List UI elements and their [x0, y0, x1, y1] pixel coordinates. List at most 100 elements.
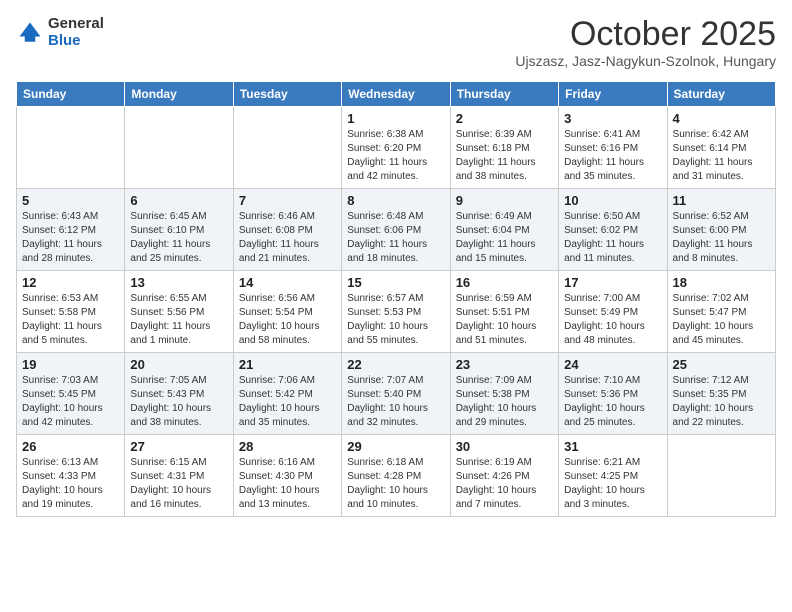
calendar-cell: 23Sunrise: 7:09 AM Sunset: 5:38 PM Dayli…	[450, 353, 558, 435]
logo-text: General Blue	[48, 16, 104, 49]
day-info: Sunrise: 6:53 AM Sunset: 5:58 PM Dayligh…	[22, 292, 119, 348]
day-number: 26	[22, 439, 119, 454]
day-info: Sunrise: 6:55 AM Sunset: 5:56 PM Dayligh…	[130, 292, 227, 348]
weekday-header: Sunday	[17, 82, 125, 107]
day-number: 11	[673, 193, 770, 208]
calendar-cell: 8Sunrise: 6:48 AM Sunset: 6:06 PM Daylig…	[342, 189, 450, 271]
calendar-week-row: 12Sunrise: 6:53 AM Sunset: 5:58 PM Dayli…	[17, 271, 776, 353]
weekday-header: Monday	[125, 82, 233, 107]
calendar-week-row: 1 Sunrise: 6:38 AM Sunset: 6:20 PM Daylig…	[17, 107, 776, 189]
calendar-cell: 14 Sunrise: 6:56 AM Sunset: 5:54 PM Dayli…	[233, 271, 341, 353]
day-number: 4	[673, 111, 770, 126]
weekday-header: Tuesday	[233, 82, 341, 107]
calendar-cell: 17 Sunrise: 7:00 AM Sunset: 5:49 PM Dayli…	[559, 271, 667, 353]
day-info: Sunrise: 6:57 AM Sunset: 5:53 PM Dayligh…	[347, 292, 444, 348]
day-number: 3	[564, 111, 661, 126]
day-number: 28	[239, 439, 336, 454]
weekday-header: Friday	[559, 82, 667, 107]
day-info: Sunrise: 6:19 AM Sunset: 4:26 PM Dayligh…	[456, 456, 553, 512]
day-info: Sunrise: 6:39 AM Sunset: 6:18 PM Dayligh…	[456, 128, 553, 184]
calendar-title: October 2025	[515, 16, 776, 53]
day-info: Sunrise: 6:38 AM Sunset: 6:20 PM Dayligh…	[347, 128, 444, 184]
calendar-cell: 5 Sunrise: 6:43 AM Sunset: 6:12 PM Daylig…	[17, 189, 125, 271]
calendar-cell: 2Sunrise: 6:39 AM Sunset: 6:18 PM Daylig…	[450, 107, 558, 189]
calendar-cell: 26 Sunrise: 6:13 AM Sunset: 4:33 PM Dayli…	[17, 435, 125, 517]
day-info: Sunrise: 6:45 AM Sunset: 6:10 PM Dayligh…	[130, 210, 227, 266]
calendar-cell: 3 Sunrise: 6:41 AM Sunset: 6:16 PM Daylig…	[559, 107, 667, 189]
logo-general-label: General	[48, 16, 104, 33]
title-section: October 2025 Ujszasz, Jasz-Nagykun-Szoln…	[515, 16, 776, 69]
calendar-cell: 19 Sunrise: 7:03 AM Sunset: 5:45 PM Dayli…	[17, 353, 125, 435]
day-number: 24	[564, 357, 661, 372]
day-number: 29	[347, 439, 444, 454]
calendar-cell: 10 Sunrise: 6:50 AM Sunset: 6:02 PM Dayli…	[559, 189, 667, 271]
calendar-cell: 18 Sunrise: 7:02 AM Sunset: 5:47 PM Dayli…	[667, 271, 775, 353]
day-info: Sunrise: 6:41 AM Sunset: 6:16 PM Dayligh…	[564, 128, 661, 184]
day-number: 25	[673, 357, 770, 372]
calendar-cell: 12Sunrise: 6:53 AM Sunset: 5:58 PM Dayli…	[17, 271, 125, 353]
day-number: 6	[130, 193, 227, 208]
calendar-cell	[667, 435, 775, 517]
calendar-cell	[17, 107, 125, 189]
calendar-cell: 22Sunrise: 7:07 AM Sunset: 5:40 PM Dayli…	[342, 353, 450, 435]
calendar-cell: 27Sunrise: 6:15 AM Sunset: 4:31 PM Dayli…	[125, 435, 233, 517]
day-info: Sunrise: 6:15 AM Sunset: 4:31 PM Dayligh…	[130, 456, 227, 512]
day-info: Sunrise: 7:12 AM Sunset: 5:35 PM Dayligh…	[673, 374, 770, 430]
weekday-header: Thursday	[450, 82, 558, 107]
day-info: Sunrise: 6:21 AM Sunset: 4:25 PM Dayligh…	[564, 456, 661, 512]
day-info: Sunrise: 6:50 AM Sunset: 6:02 PM Dayligh…	[564, 210, 661, 266]
day-number: 9	[456, 193, 553, 208]
day-info: Sunrise: 6:49 AM Sunset: 6:04 PM Dayligh…	[456, 210, 553, 266]
day-info: Sunrise: 6:46 AM Sunset: 6:08 PM Dayligh…	[239, 210, 336, 266]
day-number: 31	[564, 439, 661, 454]
day-info: Sunrise: 6:56 AM Sunset: 5:54 PM Dayligh…	[239, 292, 336, 348]
day-info: Sunrise: 6:59 AM Sunset: 5:51 PM Dayligh…	[456, 292, 553, 348]
day-info: Sunrise: 7:06 AM Sunset: 5:42 PM Dayligh…	[239, 374, 336, 430]
day-number: 17	[564, 275, 661, 290]
day-info: Sunrise: 6:48 AM Sunset: 6:06 PM Dayligh…	[347, 210, 444, 266]
day-info: Sunrise: 7:02 AM Sunset: 5:47 PM Dayligh…	[673, 292, 770, 348]
day-number: 14	[239, 275, 336, 290]
page-header: General Blue October 2025 Ujszasz, Jasz-…	[16, 16, 776, 69]
logo-icon	[16, 19, 44, 47]
day-number: 19	[22, 357, 119, 372]
day-info: Sunrise: 6:42 AM Sunset: 6:14 PM Dayligh…	[673, 128, 770, 184]
day-number: 20	[130, 357, 227, 372]
day-number: 21	[239, 357, 336, 372]
day-info: Sunrise: 6:52 AM Sunset: 6:00 PM Dayligh…	[673, 210, 770, 266]
day-number: 18	[673, 275, 770, 290]
calendar-subtitle: Ujszasz, Jasz-Nagykun-Szolnok, Hungary	[515, 53, 776, 69]
day-info: Sunrise: 7:03 AM Sunset: 5:45 PM Dayligh…	[22, 374, 119, 430]
calendar-cell: 9 Sunrise: 6:49 AM Sunset: 6:04 PM Daylig…	[450, 189, 558, 271]
logo: General Blue	[16, 16, 104, 49]
day-info: Sunrise: 6:16 AM Sunset: 4:30 PM Dayligh…	[239, 456, 336, 512]
day-info: Sunrise: 6:18 AM Sunset: 4:28 PM Dayligh…	[347, 456, 444, 512]
calendar-header-row: SundayMondayTuesdayWednesdayThursdayFrid…	[17, 82, 776, 107]
day-info: Sunrise: 6:43 AM Sunset: 6:12 PM Dayligh…	[22, 210, 119, 266]
calendar-cell: 30 Sunrise: 6:19 AM Sunset: 4:26 PM Dayli…	[450, 435, 558, 517]
calendar-cell: 31 Sunrise: 6:21 AM Sunset: 4:25 PM Dayli…	[559, 435, 667, 517]
day-info: Sunrise: 6:13 AM Sunset: 4:33 PM Dayligh…	[22, 456, 119, 512]
calendar-cell: 21 Sunrise: 7:06 AM Sunset: 5:42 PM Dayli…	[233, 353, 341, 435]
day-number: 13	[130, 275, 227, 290]
calendar-cell: 20Sunrise: 7:05 AM Sunset: 5:43 PM Dayli…	[125, 353, 233, 435]
calendar-cell: 13 Sunrise: 6:55 AM Sunset: 5:56 PM Dayli…	[125, 271, 233, 353]
day-number: 23	[456, 357, 553, 372]
day-number: 30	[456, 439, 553, 454]
weekday-header: Wednesday	[342, 82, 450, 107]
calendar-cell: 4 Sunrise: 6:42 AM Sunset: 6:14 PM Daylig…	[667, 107, 775, 189]
day-info: Sunrise: 7:00 AM Sunset: 5:49 PM Dayligh…	[564, 292, 661, 348]
day-info: Sunrise: 7:10 AM Sunset: 5:36 PM Dayligh…	[564, 374, 661, 430]
day-number: 1	[347, 111, 444, 126]
day-number: 10	[564, 193, 661, 208]
day-number: 5	[22, 193, 119, 208]
calendar-cell: 15Sunrise: 6:57 AM Sunset: 5:53 PM Dayli…	[342, 271, 450, 353]
calendar-cell: 28 Sunrise: 6:16 AM Sunset: 4:30 PM Dayli…	[233, 435, 341, 517]
day-info: Sunrise: 7:07 AM Sunset: 5:40 PM Dayligh…	[347, 374, 444, 430]
day-number: 7	[239, 193, 336, 208]
calendar-week-row: 19 Sunrise: 7:03 AM Sunset: 5:45 PM Dayli…	[17, 353, 776, 435]
calendar-cell: 29 Sunrise: 6:18 AM Sunset: 4:28 PM Dayli…	[342, 435, 450, 517]
calendar-cell	[125, 107, 233, 189]
calendar-week-row: 5 Sunrise: 6:43 AM Sunset: 6:12 PM Daylig…	[17, 189, 776, 271]
calendar-cell: 16Sunrise: 6:59 AM Sunset: 5:51 PM Dayli…	[450, 271, 558, 353]
